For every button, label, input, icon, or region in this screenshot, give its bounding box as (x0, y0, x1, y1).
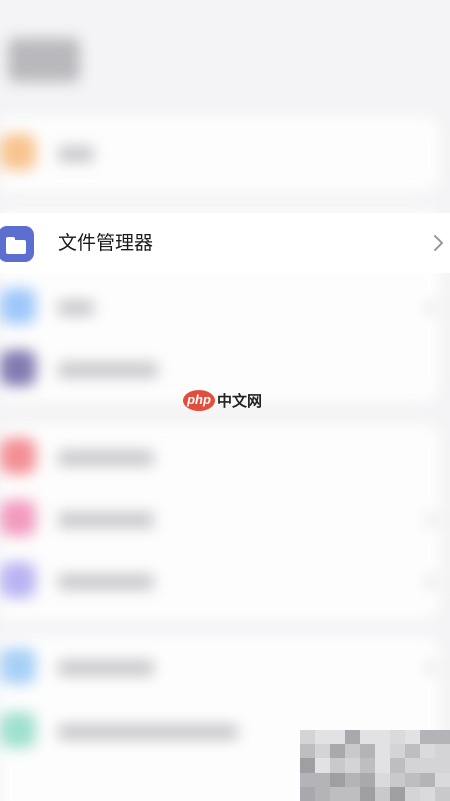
mosaic-tile (390, 730, 405, 745)
mosaic-tile (405, 730, 420, 745)
mosaic-tile (405, 772, 420, 787)
mosaic-tile (420, 772, 435, 787)
mosaic-tile (435, 772, 450, 787)
mosaic-tile (375, 730, 390, 745)
mosaic-tile (405, 758, 420, 773)
chevron-right-icon (434, 235, 443, 251)
mosaic-tile (420, 758, 435, 773)
mosaic-tile (360, 772, 375, 787)
mosaic-tile (300, 772, 315, 787)
blurred-card-middle (0, 424, 440, 620)
orange-blurred-icon (0, 134, 36, 170)
mosaic-tile (300, 758, 315, 773)
mosaic-tile (330, 730, 345, 745)
mosaic-tile (375, 772, 390, 787)
mosaic-tile (420, 786, 435, 801)
blurred-row[interactable] (0, 636, 440, 700)
mosaic-tile (330, 772, 345, 787)
mosaic-tile (405, 786, 420, 801)
blurred-row[interactable] (0, 122, 440, 186)
mosaic-tile (315, 730, 330, 745)
mosaic-tile (345, 744, 360, 759)
blurred-row[interactable] (0, 488, 440, 552)
blurred-card-top (0, 116, 440, 192)
mosaic-tile (360, 744, 375, 759)
red-blurred-icon (0, 438, 36, 474)
mosaic-tile (360, 730, 375, 745)
mosaic-tile (390, 744, 405, 759)
mosaic-tile (390, 758, 405, 773)
blurred-row[interactable] (0, 550, 440, 614)
blue-blurred-icon (0, 648, 36, 684)
mosaic-tile (330, 786, 345, 801)
mosaic-tile (435, 730, 450, 745)
php-cn-watermark: php 中文网 (183, 389, 273, 413)
folder-icon (0, 226, 34, 262)
file-manager-label: 文件管理器 (58, 232, 154, 254)
pink-blurred-icon (0, 500, 36, 536)
mosaic-tile (315, 786, 330, 801)
mosaic-tile (390, 786, 405, 801)
settings-screen: 文件管理器 php 中文网 (0, 0, 450, 801)
mosaic-tile (435, 744, 450, 759)
lightblue-blurred-icon (0, 288, 36, 324)
mosaic-tile (375, 786, 390, 801)
mosaic-tile (390, 772, 405, 787)
violet-blurred-icon (0, 562, 36, 598)
mosaic-tile (300, 786, 315, 801)
mosaic-tile (300, 744, 315, 759)
mosaic-tile (435, 758, 450, 773)
teal-blurred-icon (0, 712, 36, 748)
mosaic-tile (315, 772, 330, 787)
mosaic-tile (315, 744, 330, 759)
mosaic-tile (330, 744, 345, 759)
purple-blurred-icon (0, 350, 36, 386)
mosaic-tile (345, 730, 360, 745)
mosaic-tile (435, 786, 450, 801)
mosaic-tile (420, 744, 435, 759)
mosaic-tile (405, 744, 420, 759)
mosaic-tile (360, 758, 375, 773)
mosaic-tile (345, 758, 360, 773)
mosaic-tile (420, 730, 435, 745)
blurred-row[interactable] (0, 276, 440, 340)
mosaic-tile (345, 772, 360, 787)
mosaic-tile (330, 758, 345, 773)
blurred-page-title (8, 38, 80, 82)
mosaic-patch (300, 730, 450, 801)
mosaic-tile (375, 758, 390, 773)
watermark-cn-text: 中文网 (217, 392, 263, 410)
mosaic-tile (300, 730, 315, 745)
mosaic-tile (315, 758, 330, 773)
mosaic-tile (360, 786, 375, 801)
watermark-php-text: php (187, 392, 211, 407)
blurred-row[interactable] (0, 426, 440, 490)
mosaic-tile (345, 786, 360, 801)
mosaic-tile (375, 744, 390, 759)
